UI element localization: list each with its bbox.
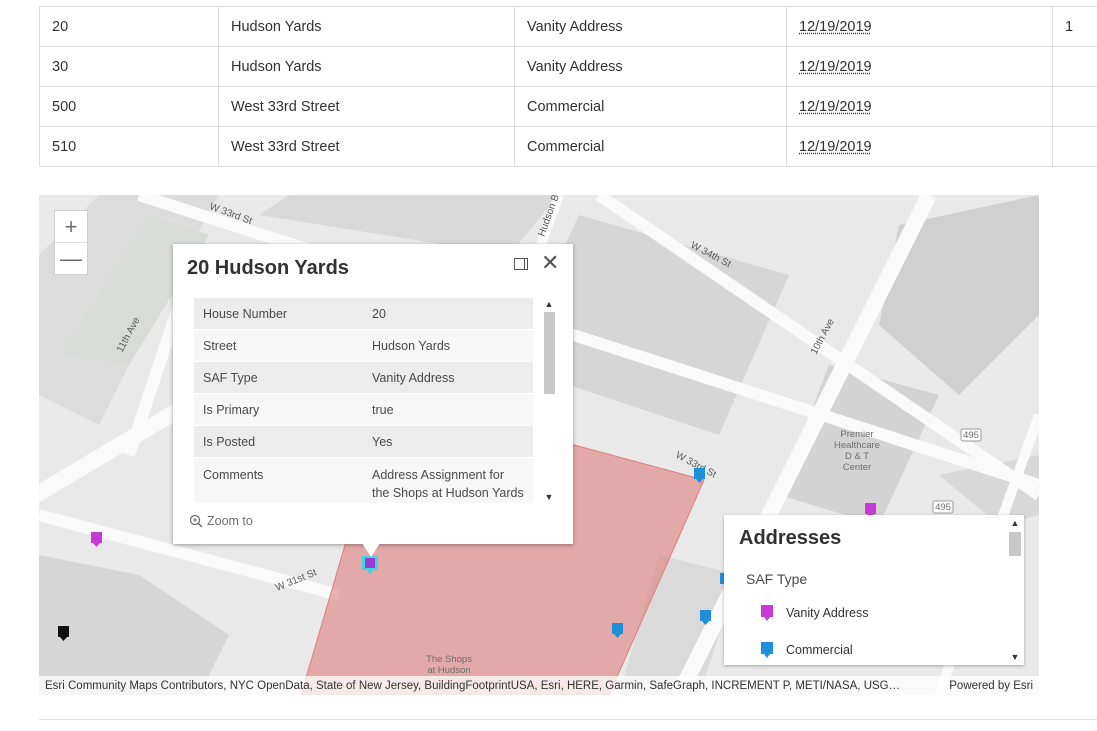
field-value: Address Assignment for the Shops at Huds… — [363, 457, 533, 503]
street-cell: West 33rd Street — [218, 126, 515, 167]
house-number-cell: 20 — [39, 6, 219, 47]
field-row: House Number 20 — [194, 298, 533, 330]
field-row: SAF Type Vanity Address — [194, 361, 533, 394]
extra-cell: 1 — [1052, 6, 1097, 47]
scroll-up-icon[interactable]: ▲ — [1008, 517, 1022, 529]
field-value: true — [363, 393, 533, 426]
zoom-to-button[interactable]: Zoom to — [189, 514, 253, 528]
field-label: House Number — [194, 298, 363, 330]
saf-type-cell: Vanity Address — [514, 46, 787, 87]
table-row[interactable]: 30 Hudson Yards Vanity Address 12/19/201… — [39, 46, 1097, 87]
saf-type-cell: Vanity Address — [514, 6, 787, 47]
legend-panel[interactable]: Addresses SAF Type Vanity Address Commer… — [724, 515, 1024, 665]
close-icon[interactable]: ✕ — [541, 250, 559, 276]
popup-fields[interactable]: House Number 20 Street Hudson Yards SAF Ty… — [194, 298, 534, 503]
legend-scrollbar[interactable]: ▲ ▼ — [1008, 517, 1022, 663]
extra-cell — [1052, 86, 1097, 127]
shield-label: 495 — [935, 502, 951, 513]
field-value: Vanity Address — [363, 361, 533, 394]
field-label: Is Primary — [194, 393, 363, 426]
scroll-thumb[interactable] — [1009, 532, 1021, 556]
field-label: SAF Type — [194, 361, 363, 394]
date-cell: 12/19/2019 — [786, 86, 1053, 127]
legend-item-label: Commercial — [786, 643, 853, 657]
field-value: Hudson Yards — [363, 329, 533, 362]
field-row: Is Posted Yes — [194, 425, 533, 458]
commercial-pin-icon — [761, 642, 773, 658]
zoom-out-button[interactable]: — — [55, 242, 87, 274]
house-number-cell: 30 — [39, 46, 219, 87]
street-cell: Hudson Yards — [218, 46, 515, 87]
field-label: Street — [194, 329, 363, 362]
date-value: 12/19/2019 — [799, 138, 872, 155]
legend-item-label: Vanity Address — [786, 606, 869, 620]
map-view[interactable]: W 33rd St Hudson Bl W 34th St 11th Ave 1… — [39, 195, 1039, 695]
extra-cell — [1052, 46, 1097, 87]
poi-label: The Shops — [426, 654, 472, 665]
date-value: 12/19/2019 — [799, 58, 872, 75]
saf-type-cell: Commercial — [514, 126, 787, 167]
poi-label: Center — [843, 462, 872, 473]
field-value: Yes — [363, 425, 533, 458]
extra-cell — [1052, 126, 1097, 167]
table-row[interactable]: 20 Hudson Yards Vanity Address 12/19/201… — [39, 6, 1097, 47]
field-value: 20 — [363, 298, 533, 330]
street-cell: Hudson Yards — [218, 6, 515, 47]
field-row: Street Hudson Yards — [194, 329, 533, 362]
legend-subtitle: SAF Type — [746, 571, 808, 587]
poi-label: D & T — [845, 451, 869, 462]
poi-label: Healthcare — [834, 440, 880, 451]
legend-item: Vanity Address — [760, 605, 868, 621]
table-row[interactable]: 510 West 33rd Street Commercial 12/19/20… — [39, 126, 1097, 167]
popup-title: 20 Hudson Yards — [187, 257, 349, 279]
scroll-down-icon[interactable]: ▼ — [542, 491, 556, 503]
zoom-controls: + — — [54, 210, 88, 275]
powered-by-link[interactable]: Powered by Esri — [949, 680, 1033, 692]
date-cell: 12/19/2019 — [786, 46, 1053, 87]
zoom-in-magnifier-icon — [189, 514, 203, 528]
zoom-in-button[interactable]: + — [55, 211, 87, 242]
field-label: Is Posted — [194, 425, 363, 458]
scroll-thumb[interactable] — [543, 312, 555, 394]
divider — [39, 719, 1097, 720]
field-row: Comments Address Assignment for the Shops… — [194, 457, 533, 503]
dock-icon[interactable] — [514, 258, 528, 270]
popup-pointer — [362, 543, 380, 557]
date-value: 12/19/2019 — [799, 98, 872, 115]
poi-label: Premier — [840, 429, 873, 440]
address-table: 20 Hudson Yards Vanity Address 12/19/201… — [39, 6, 1097, 167]
house-number-cell: 500 — [39, 86, 219, 127]
poi-label: at Hudson — [427, 665, 470, 676]
field-row: Is Primary true — [194, 393, 533, 426]
legend-item: Commercial — [760, 642, 853, 658]
date-cell: 12/19/2019 — [786, 126, 1053, 167]
house-number-cell: 510 — [39, 126, 219, 167]
attribution-sources[interactable]: Esri Community Maps Contributors, NYC Op… — [45, 680, 939, 692]
zoom-to-label: Zoom to — [207, 514, 253, 528]
field-label: Comments — [194, 457, 363, 503]
popup-scrollbar[interactable]: ▲ ▼ — [542, 298, 556, 503]
feature-popup: 20 Hudson Yards ✕ House Number 20 Street H… — [173, 244, 573, 557]
shield-label: 495 — [963, 430, 979, 441]
street-cell: West 33rd Street — [218, 86, 515, 127]
date-cell: 12/19/2019 — [786, 6, 1053, 47]
date-value: 12/19/2019 — [799, 18, 872, 35]
scroll-up-icon[interactable]: ▲ — [542, 298, 556, 310]
map-attribution: Esri Community Maps Contributors, NYC Op… — [39, 676, 1039, 695]
legend-title: Addresses — [739, 527, 842, 549]
table-row[interactable]: 500 West 33rd Street Commercial 12/19/20… — [39, 86, 1097, 127]
vanity-pin-icon — [761, 605, 773, 621]
scroll-down-icon[interactable]: ▼ — [1008, 651, 1022, 663]
saf-type-cell: Commercial — [514, 86, 787, 127]
